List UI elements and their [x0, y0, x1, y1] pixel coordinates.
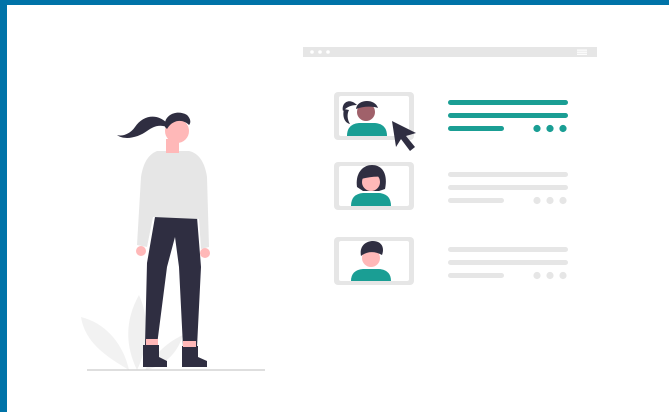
- plant-leaf: [81, 317, 129, 370]
- browser-bar-background: [303, 47, 597, 57]
- plant-decoration: [81, 295, 183, 370]
- profile-card-woman-ponytail[interactable]: [334, 92, 568, 140]
- profile-card-woman-short-hair[interactable]: [334, 162, 568, 210]
- left-ankle: [146, 339, 158, 345]
- right-shoe: [182, 346, 207, 367]
- window-dots-icon: [310, 50, 330, 54]
- profile-lines: [448, 172, 568, 205]
- ponytail: [117, 116, 167, 138]
- left-hand: [136, 246, 146, 256]
- illustration-svg: [81, 47, 597, 371]
- hamburger-menu-icon[interactable]: [577, 49, 587, 55]
- right-hand: [200, 248, 210, 258]
- profile-lines: [448, 100, 568, 133]
- profile-card-man[interactable]: [334, 237, 568, 285]
- browser-bar: [303, 47, 597, 57]
- illustration-frame: [7, 5, 669, 412]
- right-ankle: [183, 341, 196, 347]
- legs: [145, 217, 201, 347]
- profile-lines: [448, 247, 568, 280]
